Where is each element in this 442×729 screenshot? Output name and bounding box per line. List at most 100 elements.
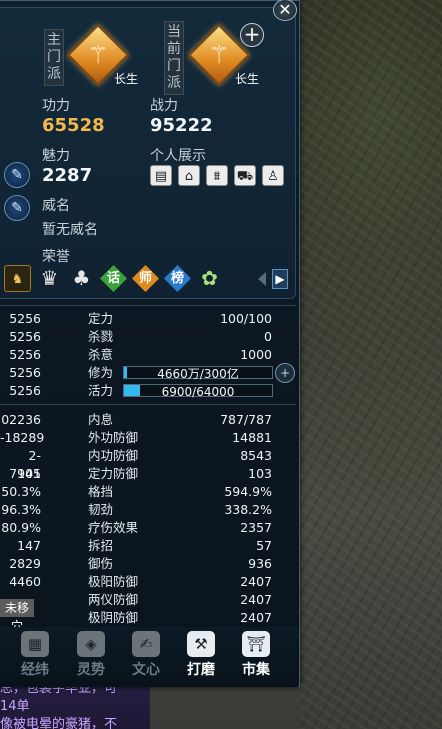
vehicle-icon[interactable]: ⛟	[234, 165, 256, 186]
pen-icon: ✎	[11, 167, 23, 183]
main-school-name: 长生	[114, 72, 139, 86]
nav-label: 灵势	[77, 662, 105, 678]
tree-honor-icon[interactable]: ♣	[68, 265, 95, 292]
unmoved-acupoint-button[interactable]: 未移穴	[0, 599, 34, 633]
brush-icon: ✍	[132, 631, 160, 657]
attr-name: 修为	[88, 365, 114, 380]
chat-line: 14单	[0, 699, 30, 714]
attr-name: 定力	[88, 311, 114, 326]
attr-name: 活力	[88, 383, 114, 398]
attr-left: 96.3%	[1, 502, 41, 517]
name-card-icon[interactable]: ▤	[150, 165, 172, 186]
add-school-button[interactable]: +	[240, 23, 264, 47]
attr-value: 8543	[240, 448, 272, 463]
nav-shiji[interactable]: ⛩ 市集	[234, 627, 278, 679]
clothing-icon[interactable]: ♙	[262, 165, 284, 186]
plus-icon: +	[279, 366, 291, 380]
attr-row: 5256 定力 100/100	[0, 310, 272, 328]
attr-row: 两仪防御 2407	[0, 591, 272, 609]
home-icon[interactable]: ⌂	[178, 165, 200, 186]
nav-wenxin[interactable]: ✍ 文心	[124, 627, 168, 679]
attr-name: 内息	[88, 412, 114, 427]
attr-value: 14881	[232, 430, 272, 445]
attr-name: 拆招	[88, 538, 114, 553]
vitality-bar: 6900/64000	[123, 384, 273, 399]
attr-name: 疗伤效果	[88, 520, 139, 535]
palace-icon[interactable]: ⩩	[206, 165, 228, 186]
attr-name: 杀戮	[88, 329, 114, 344]
honor-icons: ♞ ♛ ♣ 话 师 榜 ✿	[4, 265, 223, 292]
personal-show-icons: ▤ ⌂ ⩩ ⛟ ♙	[150, 165, 284, 186]
attr-name: 内功防御	[88, 448, 139, 463]
attr-left: 02236	[1, 412, 41, 427]
edit-charm-button[interactable]: ✎	[4, 162, 30, 188]
spirit-icon: ◈	[77, 631, 105, 657]
attr-name: 极阴防御	[88, 610, 139, 625]
attr-name: 韧劲	[88, 502, 114, 517]
nav-lingshi[interactable]: ◈ 灵势	[69, 627, 113, 679]
attr-left: 5256	[9, 365, 41, 380]
attr-row: 极阴防御 2407	[0, 609, 272, 627]
attr-left: 80.9%	[1, 520, 41, 535]
attr-row: 96.3% 韧劲 338.2%	[0, 501, 272, 519]
chat-line: 像被电晕的豪猪，不	[0, 717, 118, 729]
attr-row: 80.9% 疗伤效果 2357	[0, 519, 272, 537]
attr-value: 338.2%	[224, 502, 272, 517]
attr-name: 御伤	[88, 556, 114, 571]
lotus-honor-icon[interactable]: ✿	[196, 265, 223, 292]
talk-honor-icon[interactable]: 话	[100, 265, 127, 292]
zhanli-label: 战力	[150, 98, 178, 114]
nav-label: 市集	[242, 662, 270, 678]
current-school-name: 长生	[235, 72, 260, 86]
attr-value: 2407	[240, 592, 272, 607]
meili-label: 魅力	[42, 148, 70, 164]
attr-left: 4460	[9, 574, 41, 589]
master-honor-icon[interactable]: 师	[132, 265, 159, 292]
attr-value: 57	[256, 538, 272, 553]
attr-left: 5256	[9, 347, 41, 362]
rongyu-label: 荣誉	[42, 249, 70, 265]
grid-icon: ▦	[21, 631, 49, 657]
nav-label: 经纬	[21, 662, 49, 678]
arrow-left-icon[interactable]	[258, 272, 266, 286]
attr-row: -18289 外功防御 14881	[0, 429, 272, 447]
attr-left: 5256	[9, 329, 41, 344]
vitality-bar-text: 6900/64000	[161, 385, 235, 399]
attr-value: 2357	[240, 520, 272, 535]
attr-value: 100/100	[220, 311, 272, 326]
expand-button[interactable]: +	[275, 363, 295, 383]
main-school-label: 主门派	[44, 29, 64, 86]
attr-value: 2407	[240, 574, 272, 589]
attr-name: 定力防御	[88, 466, 139, 481]
attr-left: 2829	[9, 556, 41, 571]
attr-value: 936	[248, 556, 272, 571]
attr-row: 5256 杀意 1000	[0, 346, 272, 364]
close-button[interactable]: ✕	[273, 0, 297, 21]
attr-left: -18289	[0, 430, 45, 445]
nav-jingwei[interactable]: ▦ 经纬	[13, 627, 57, 679]
meili-value: 2287	[42, 165, 93, 186]
pen-icon: ✎	[11, 200, 23, 216]
attr-value: 0	[264, 329, 272, 344]
attr-value: 787/787	[220, 412, 272, 427]
nav-damo[interactable]: ⚒ 打磨	[179, 627, 223, 679]
personal-show-label: 个人展示	[150, 148, 206, 164]
cultivation-bar-text: 4660万/300亿	[157, 367, 239, 381]
attr-left: 5256	[9, 311, 41, 326]
attr-row: 5256 活力 6900/64000	[0, 382, 273, 400]
hammer-icon: ⚒	[187, 631, 215, 657]
attr-value: 1000	[240, 347, 272, 362]
attr-value: 594.9%	[224, 484, 272, 499]
weiming-label: 威名	[42, 198, 70, 214]
arrow-right-button[interactable]: ▶	[272, 269, 288, 289]
zhanli-value: 95222	[150, 115, 213, 136]
crown-honor-icon[interactable]: ♛	[36, 265, 63, 292]
attr-row: 2-7941 内功防御 8543	[0, 447, 272, 481]
edit-title-button[interactable]: ✎	[4, 195, 30, 221]
armor-honor-icon[interactable]: ♞	[4, 265, 31, 292]
weiming-value: 暂无威名	[42, 222, 98, 238]
divider	[0, 404, 296, 405]
attr-left: 5256	[9, 383, 41, 398]
ranking-honor-icon[interactable]: 榜	[164, 265, 191, 292]
arrow-right-icon: ▶	[275, 272, 285, 286]
